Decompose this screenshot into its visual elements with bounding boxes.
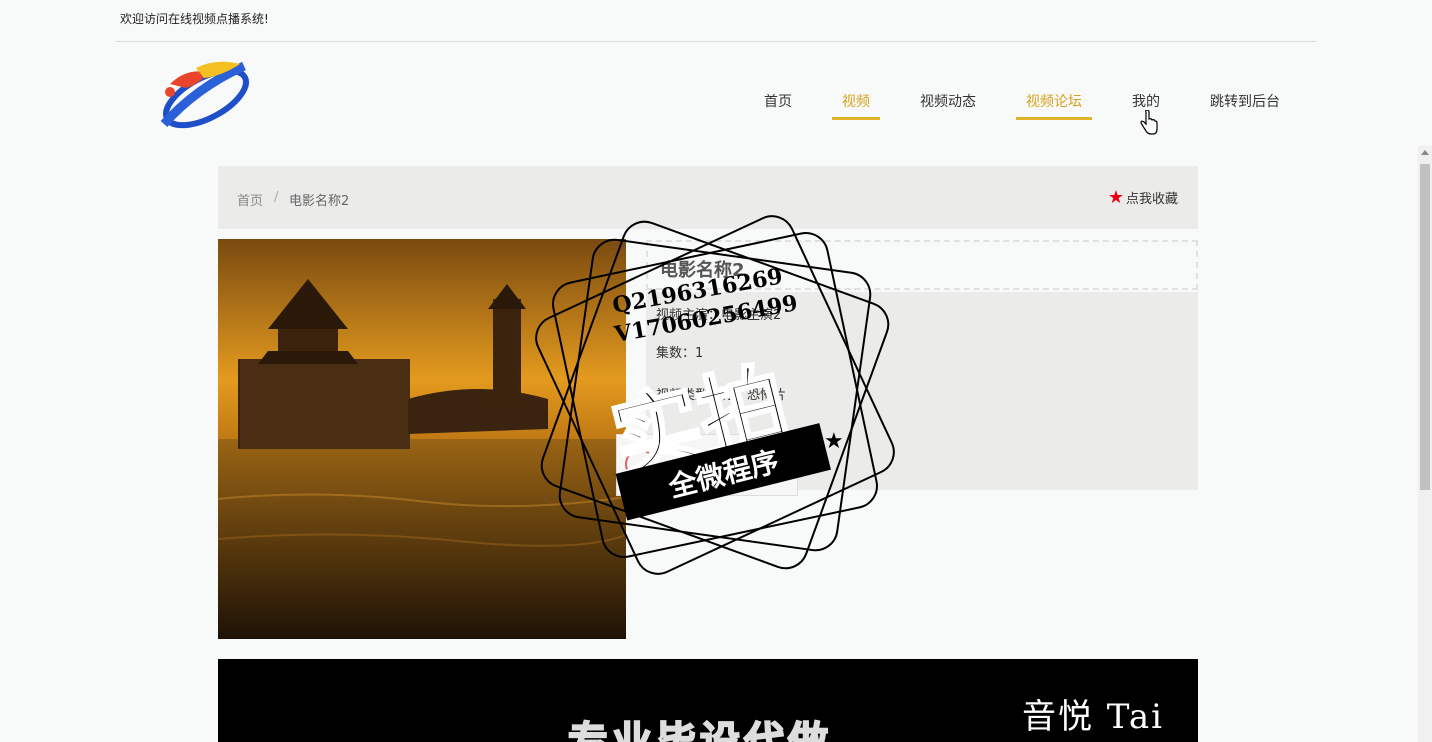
scrollbar-thumb[interactable]	[1420, 164, 1430, 490]
nav-admin[interactable]: 跳转到后台	[1200, 92, 1290, 120]
breadcrumb-separator: /	[274, 190, 279, 205]
star-icon: ★	[1107, 186, 1124, 208]
hand-cursor-icon	[1140, 110, 1158, 135]
top-bar: 欢迎访问在线视频点播系统!	[116, 0, 1316, 42]
header: 首页 视频 视频动态 视频论坛 我的 跳转到后台	[0, 42, 1432, 152]
video-title-box: 电影名称2	[646, 240, 1198, 290]
nav-video[interactable]: 视频	[832, 92, 880, 120]
nav-home[interactable]: 首页	[754, 92, 802, 120]
banner-signature: 音悦 Tai	[1022, 697, 1164, 737]
breadcrumb-home[interactable]: 首页	[237, 190, 263, 209]
main-nav: 首页 视频 视频动态 视频论坛 我的 跳转到后台	[724, 92, 1290, 120]
video-type: 视频类型名称：恐怖片	[656, 388, 787, 403]
video-episodes: 集数：1	[656, 346, 704, 361]
nav-video-news[interactable]: 视频动态	[910, 92, 986, 120]
video-actor: 视频主演：电影主演2	[656, 308, 782, 323]
favorite-label: 点我收藏	[1125, 192, 1178, 207]
video-player[interactable]: 音悦 Tai 专业毕设代做	[218, 659, 1198, 742]
video-poster-image	[218, 239, 626, 639]
site-logo[interactable]	[156, 58, 250, 132]
play-button[interactable]	[616, 434, 798, 496]
nav-video-forum[interactable]: 视频论坛	[1016, 92, 1092, 120]
welcome-text: 欢迎访问在线视频点播系统!	[120, 12, 269, 26]
video-title: 电影名称2	[660, 260, 745, 281]
breadcrumb: 首页 / 电影名称2 ★ 点我收藏	[218, 166, 1198, 229]
play-icon	[625, 449, 655, 479]
page-scrollbar[interactable]	[1418, 146, 1432, 742]
favorite-button[interactable]: ★ 点我收藏	[1108, 188, 1178, 207]
banner-title: 专业毕设代做	[567, 718, 832, 742]
scroll-up-icon[interactable]	[1421, 150, 1429, 155]
video-info-panel: 视频主演：电影主演2 集数：1 视频类型名称：恐怖片	[616, 292, 1198, 496]
breadcrumb-current: 电影名称2	[289, 194, 350, 209]
